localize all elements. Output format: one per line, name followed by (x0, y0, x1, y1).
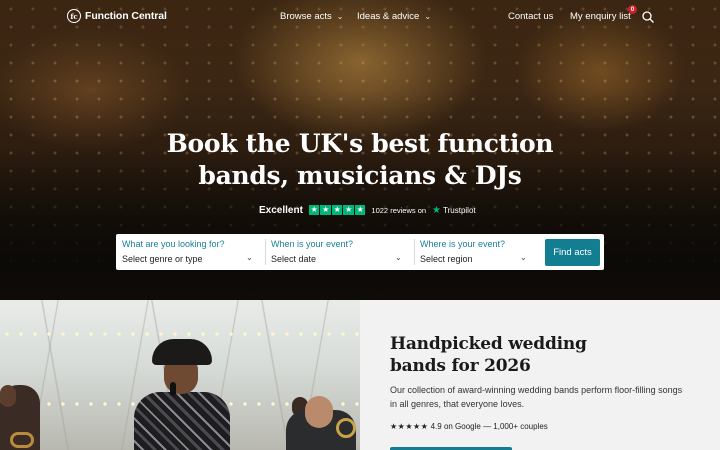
hero-headline-line1: Book the UK's best function (166, 129, 554, 158)
brass-instrument (10, 432, 34, 448)
trustpilot-widget[interactable]: Excellent ★ ★ ★ ★ ★ 1022 reviews on ★ Tr… (259, 202, 476, 218)
nav-ideas-advice[interactable]: Ideas & advice ⌄ (357, 11, 431, 22)
nav-browse-acts[interactable]: Browse acts ⌄ (280, 11, 343, 22)
date-select[interactable]: When is your event? Select date ⌄ (265, 234, 414, 270)
band-member-head (305, 396, 333, 428)
region-label: Where is your event? (420, 239, 506, 249)
chevron-down-icon: ⌄ (424, 12, 432, 21)
nav-enquiry-list[interactable]: My enquiry list (570, 11, 631, 22)
trust-review-count: 1022 reviews on (371, 205, 427, 215)
genre-value: Select genre or type (122, 254, 203, 264)
date-value: Select date (271, 254, 317, 264)
trustpilot-brand: Trustpilot (443, 205, 476, 215)
nav-browse-acts-label: Browse acts (280, 11, 332, 22)
region-value: Select region (420, 254, 473, 264)
search-icon (642, 11, 654, 23)
trust-rating-label: Excellent (259, 204, 303, 216)
genre-select[interactable]: What are you looking for? Select genre o… (116, 234, 264, 270)
trustpilot-star-icon: ★ (432, 204, 442, 216)
nav-ideas-advice-label: Ideas & advice (357, 11, 420, 22)
hero-headline: Book the UK's best function bands, music… (0, 128, 720, 192)
hero-headline-line2: bands, musicians & DJs (198, 161, 522, 190)
star-icon: ★ (354, 204, 366, 216)
star-icon: ★ (308, 204, 320, 216)
feature-title-line2: bands for 2026 (390, 356, 531, 376)
search-button[interactable] (641, 10, 655, 24)
fairy-lights (0, 330, 360, 338)
genre-label: What are you looking for? (122, 239, 225, 249)
top-navigation: fc Function Central Browse acts ⌄ Ideas … (0, 0, 720, 34)
star-icon: ★ (343, 204, 354, 216)
chevron-down-icon: ⌄ (246, 253, 253, 262)
date-label: When is your event? (271, 239, 354, 249)
star-icon: ★ (331, 204, 343, 216)
singer-jacket (134, 392, 230, 450)
find-acts-button[interactable]: Find acts (545, 239, 600, 266)
feature-description: Our collection of award-winning wedding … (390, 385, 683, 409)
feature-title: Handpicked wedding bands for 2026 (390, 333, 690, 377)
feature-rating: ★★★★★ 4.9 on Google — 1,000+ couples (390, 422, 548, 431)
trustpilot-logo: ★ Trustpilot (432, 205, 476, 216)
feature-title-line1: Handpicked wedding (390, 334, 587, 354)
trust-stars: ★ ★ ★ ★ ★ (308, 204, 366, 216)
rating-text: 4.9 on Google — 1,000+ couples (430, 422, 548, 431)
star-icon: ★ (320, 204, 331, 216)
chevron-down-icon: ⌄ (395, 253, 402, 262)
chevron-down-icon: ⌄ (336, 12, 344, 21)
brand-name: Function Central (85, 10, 167, 22)
enquiry-count-badge: 0 (628, 5, 637, 14)
nav-contact-us[interactable]: Contact us (508, 11, 553, 22)
rating-stars: ★★★★★ (390, 422, 429, 431)
region-select[interactable]: Where is your event? Select region ⌄ (414, 234, 542, 270)
feature-panel: Handpicked wedding bands for 2026 Our co… (360, 300, 720, 450)
microphone (170, 382, 176, 396)
brass-instrument (336, 418, 356, 438)
band-member-head (0, 385, 16, 407)
function-central-logo: fc (67, 9, 81, 23)
act-search-form: What are you looking for? Select genre o… (116, 234, 604, 270)
brand-logo[interactable]: fc Function Central (67, 9, 167, 23)
nav-contact-us-label: Contact us (508, 11, 554, 22)
nav-enquiry-list-label: My enquiry list (570, 11, 631, 22)
chevron-down-icon: ⌄ (520, 253, 527, 262)
singer-hat (152, 339, 212, 365)
